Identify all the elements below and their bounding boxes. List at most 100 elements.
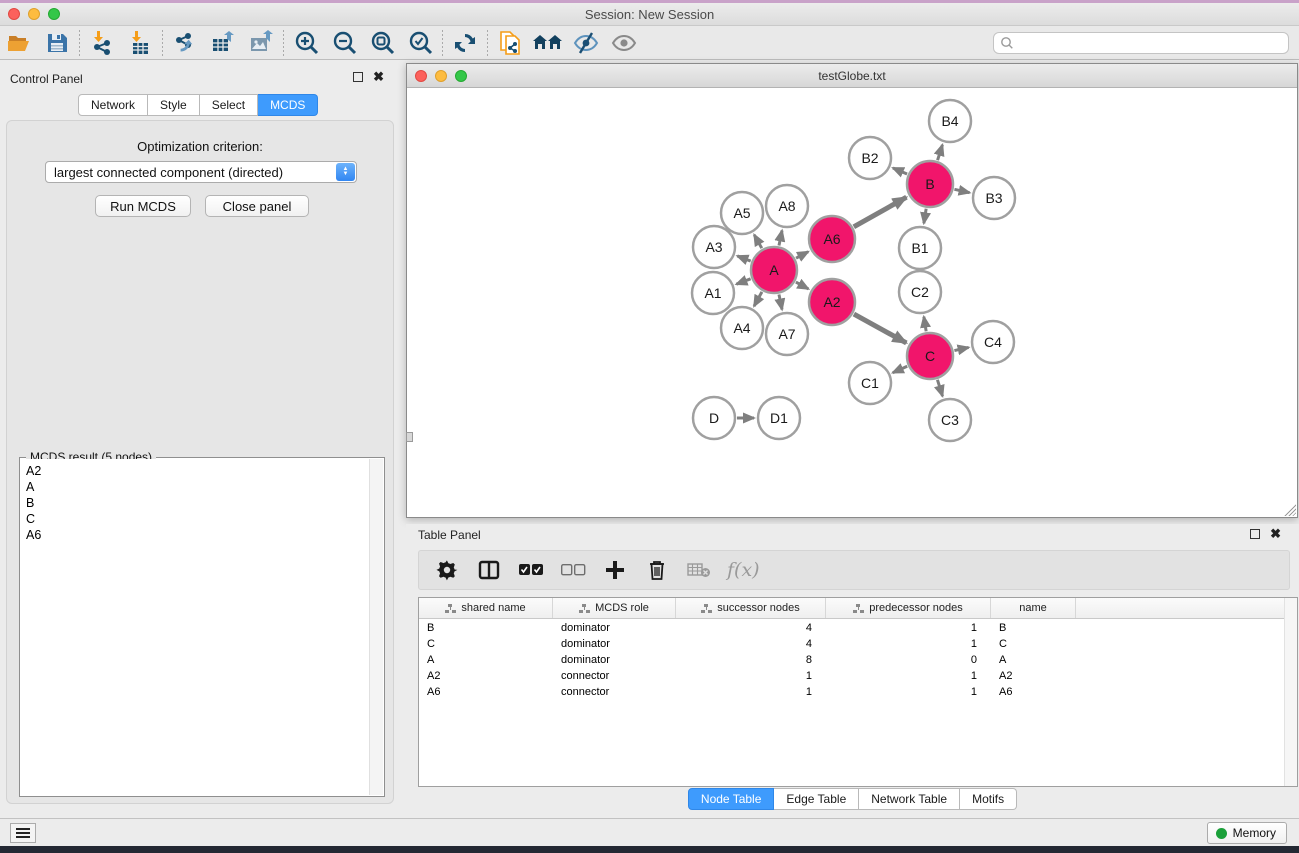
close-panel-icon[interactable]: ✖: [373, 72, 384, 82]
graph-edge-B-B4[interactable]: [938, 145, 943, 160]
column-header-successor-nodes[interactable]: successor nodes: [676, 598, 826, 618]
table-cell[interactable]: dominator: [553, 637, 676, 653]
graph-edge-C-C2[interactable]: [924, 317, 926, 332]
table-cell[interactable]: A2: [991, 669, 1076, 685]
table-scrollbar[interactable]: [1284, 598, 1297, 786]
open-session-icon[interactable]: [0, 28, 38, 58]
table-cell[interactable]: B: [419, 621, 553, 637]
export-image-icon[interactable]: [242, 28, 280, 58]
graph-edge-B-B1[interactable]: [924, 209, 926, 224]
gear-icon[interactable]: [433, 556, 461, 584]
graph-edge-A-A6[interactable]: [796, 252, 808, 258]
run-mcds-button[interactable]: Run MCDS: [95, 195, 191, 217]
split-columns-icon[interactable]: [475, 556, 503, 584]
mcds-result-item[interactable]: A2: [26, 463, 369, 479]
table-cell[interactable]: 1: [826, 637, 991, 653]
mcds-result-scrollbar[interactable]: [369, 459, 383, 795]
column-header-name[interactable]: name: [991, 598, 1076, 618]
table-cell[interactable]: 1: [676, 685, 826, 701]
graph-edge-B-B3[interactable]: [954, 189, 969, 192]
delete-column-icon[interactable]: [643, 556, 671, 584]
float-table-panel-icon[interactable]: [1250, 529, 1260, 539]
tab-mcds[interactable]: MCDS: [258, 94, 318, 116]
close-panel-button[interactable]: Close panel: [205, 195, 309, 217]
zoom-fit-icon[interactable]: [363, 28, 401, 58]
graph-edge-A-A8[interactable]: [779, 230, 782, 245]
unselect-all-columns-icon[interactable]: [559, 556, 587, 584]
tab-network[interactable]: Network: [78, 94, 148, 116]
import-table-icon[interactable]: [121, 28, 159, 58]
table-row[interactable]: A6connector11A6: [419, 685, 1284, 701]
graph-edge-A-A1[interactable]: [736, 279, 750, 284]
table-cell[interactable]: 1: [676, 669, 826, 685]
export-table-icon[interactable]: [204, 28, 242, 58]
optimization-dropdown[interactable]: largest connected component (directed) ▲…: [45, 161, 357, 183]
graph-edge-C-C1[interactable]: [893, 366, 907, 372]
function-builder-icon[interactable]: f(x): [727, 559, 760, 581]
column-header-predecessor-nodes[interactable]: predecessor nodes: [826, 598, 991, 618]
table-cell[interactable]: 1: [826, 685, 991, 701]
graph-edge-A2-C[interactable]: [854, 314, 906, 343]
table-cell[interactable]: connector: [553, 669, 676, 685]
network-window-titlebar[interactable]: testGlobe.txt: [407, 64, 1297, 88]
tab-edge-table[interactable]: Edge Table: [774, 788, 859, 810]
tab-style[interactable]: Style: [148, 94, 200, 116]
resize-grip-icon[interactable]: [1282, 502, 1296, 516]
tab-network-table[interactable]: Network Table: [859, 788, 960, 810]
network-canvas[interactable]: A5A8A3AA1A4A7A6A2B2B4BB3B1C2CC4C1C3DD1: [409, 89, 1295, 515]
table-row[interactable]: A2connector11A2: [419, 669, 1284, 685]
search-input[interactable]: [1014, 34, 1288, 52]
table-cell[interactable]: 4: [676, 637, 826, 653]
first-neighbors-icon[interactable]: [529, 28, 567, 58]
close-table-panel-icon[interactable]: ✖: [1270, 529, 1281, 539]
duplicate-network-icon[interactable]: [491, 28, 529, 58]
add-column-icon[interactable]: [601, 556, 629, 584]
table-row[interactable]: Cdominator41C: [419, 637, 1284, 653]
graph-edge-A-A4[interactable]: [754, 292, 762, 306]
divider-grip[interactable]: [406, 432, 413, 442]
graph-edge-A-A2[interactable]: [796, 282, 808, 289]
table-cell[interactable]: 1: [826, 621, 991, 637]
table-cell[interactable]: 4: [676, 621, 826, 637]
task-history-button[interactable]: [10, 823, 36, 843]
export-network-icon[interactable]: [166, 28, 204, 58]
table-cell[interactable]: connector: [553, 685, 676, 701]
memory-button[interactable]: Memory: [1207, 822, 1287, 844]
graph-edge-A6-B[interactable]: [854, 197, 907, 227]
graph-edge-C-C4[interactable]: [954, 347, 968, 350]
mcds-result-item[interactable]: A6: [26, 527, 369, 543]
select-all-columns-icon[interactable]: [517, 556, 545, 584]
table-cell[interactable]: A6: [991, 685, 1076, 701]
table-cell[interactable]: 0: [826, 653, 991, 669]
search-field[interactable]: [993, 32, 1289, 54]
table-cell[interactable]: dominator: [553, 653, 676, 669]
show-all-icon[interactable]: [605, 28, 643, 58]
table-cell[interactable]: C: [419, 637, 553, 653]
table-cell[interactable]: B: [991, 621, 1076, 637]
import-network-icon[interactable]: [83, 28, 121, 58]
tab-motifs[interactable]: Motifs: [960, 788, 1017, 810]
column-header-shared-name[interactable]: shared name: [419, 598, 553, 618]
save-session-icon[interactable]: [38, 28, 76, 58]
table-cell[interactable]: A: [991, 653, 1076, 669]
table-row[interactable]: Bdominator41B: [419, 621, 1284, 637]
mcds-result-item[interactable]: A: [26, 479, 369, 495]
zoom-out-icon[interactable]: [325, 28, 363, 58]
table-cell[interactable]: C: [991, 637, 1076, 653]
column-header-MCDS-role[interactable]: MCDS role: [553, 598, 676, 618]
table-cell[interactable]: 1: [826, 669, 991, 685]
graph-edge-C-C3[interactable]: [937, 380, 942, 396]
hide-selected-icon[interactable]: [567, 28, 605, 58]
graph-edge-A-A3[interactable]: [737, 256, 750, 261]
float-panel-icon[interactable]: [353, 72, 363, 82]
table-row[interactable]: Adominator80A: [419, 653, 1284, 669]
refresh-layout-icon[interactable]: [446, 28, 484, 58]
graph-edge-A-A7[interactable]: [779, 294, 782, 309]
delete-table-icon[interactable]: [685, 556, 713, 584]
mcds-result-item[interactable]: B: [26, 495, 369, 511]
mcds-result-item[interactable]: C: [26, 511, 369, 527]
tab-node-table[interactable]: Node Table: [688, 788, 775, 810]
zoom-selected-icon[interactable]: [401, 28, 439, 58]
table-cell[interactable]: A6: [419, 685, 553, 701]
table-cell[interactable]: 8: [676, 653, 826, 669]
